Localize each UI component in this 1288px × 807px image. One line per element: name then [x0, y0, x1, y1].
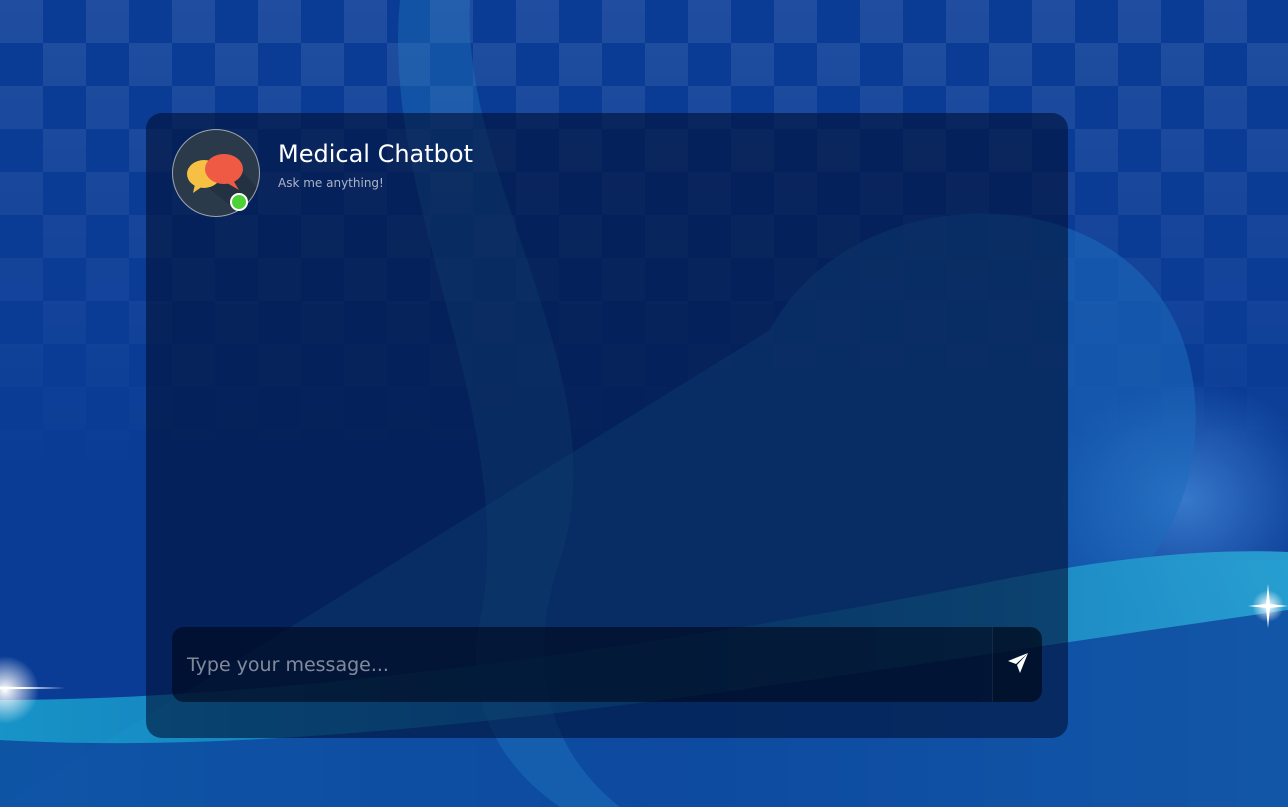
message-list[interactable] [172, 233, 1042, 613]
chat-window: Medical Chatbot Ask me anything! [146, 113, 1068, 738]
message-input[interactable] [172, 627, 992, 702]
paper-plane-icon [1007, 652, 1029, 677]
bot-avatar [172, 129, 260, 217]
chat-header: Medical Chatbot Ask me anything! [172, 129, 1032, 217]
send-button[interactable] [992, 627, 1042, 702]
chat-title: Medical Chatbot [278, 140, 473, 168]
chat-subtitle: Ask me anything! [278, 176, 384, 190]
online-status-indicator [230, 193, 248, 211]
message-composer [172, 627, 1042, 702]
